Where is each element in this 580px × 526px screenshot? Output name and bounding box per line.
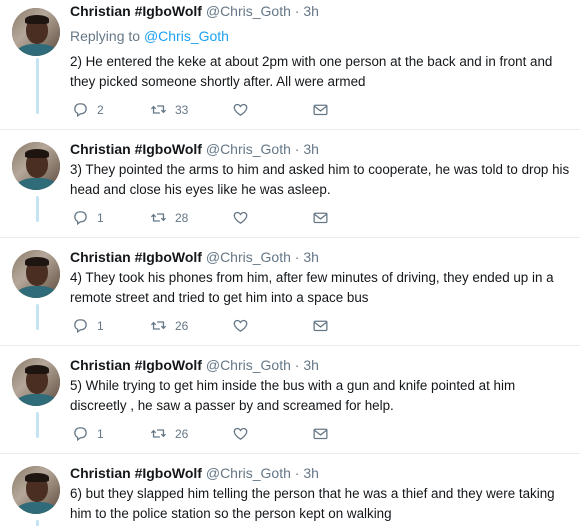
retweet-button[interactable]: 26	[150, 317, 188, 334]
retweet-count: 26	[175, 426, 189, 441]
tweet-text: 5) While trying to get him inside the bu…	[70, 378, 516, 413]
avatar[interactable]	[12, 466, 60, 514]
direct-message-button[interactable]	[312, 209, 329, 226]
heart-icon	[233, 103, 248, 116]
like-button[interactable]	[232, 209, 249, 226]
tweet-3[interactable]: Christian #IgboWolf @Chris_Goth · 3h 4) …	[0, 238, 580, 346]
tweet-actions: 2 33	[72, 101, 352, 121]
reply-button[interactable]: 1	[72, 425, 104, 442]
direct-message-button[interactable]	[312, 317, 329, 334]
tweet-4[interactable]: Christian #IgboWolf @Chris_Goth · 3h 5) …	[0, 346, 580, 454]
heart-icon	[233, 319, 248, 332]
author-name[interactable]: Christian #IgboWolf	[70, 141, 202, 157]
tweet-header: Christian #IgboWolf @Chris_Goth · 3h	[70, 465, 319, 481]
reply-button[interactable]: 2	[72, 101, 104, 118]
avatar[interactable]	[12, 142, 60, 190]
replying-to-link[interactable]: @Chris_Goth	[144, 28, 229, 44]
tweet-text: 3) They pointed the arms to him and aske…	[70, 162, 570, 197]
tweet-2[interactable]: Christian #IgboWolf @Chris_Goth · 3h 3) …	[0, 130, 580, 238]
author-name[interactable]: Christian #IgboWolf	[70, 465, 202, 481]
retweet-button[interactable]: 26	[150, 425, 188, 442]
timestamp[interactable]: 3h	[303, 465, 319, 481]
tweet-text: 2) He entered the keke at about 2pm with…	[70, 54, 553, 89]
reply-count: 1	[97, 318, 104, 333]
reply-icon	[74, 427, 87, 442]
retweet-count: 33	[175, 102, 189, 117]
reply-count: 1	[97, 426, 104, 441]
tweet-1[interactable]: Christian #IgboWolf @Chris_Goth · 3h Rep…	[0, 0, 580, 130]
reply-icon	[74, 211, 87, 226]
heart-icon	[233, 427, 248, 440]
separator-dot: ·	[294, 249, 300, 265]
tweet-text: 6) but they slapped him telling the pers…	[70, 486, 555, 521]
avatar[interactable]	[12, 358, 60, 406]
retweet-count: 26	[175, 318, 189, 333]
like-button[interactable]	[232, 101, 249, 118]
reply-button[interactable]: 1	[72, 317, 104, 334]
retweet-icon	[150, 321, 167, 330]
author-name[interactable]: Christian #IgboWolf	[70, 3, 202, 19]
retweet-icon	[150, 429, 167, 438]
retweet-button[interactable]: 28	[150, 209, 188, 226]
replying-to-label: Replying to	[70, 28, 144, 44]
avatar[interactable]	[12, 250, 60, 298]
like-button[interactable]	[232, 425, 249, 442]
separator-dot: ·	[294, 357, 300, 373]
reply-count: 2	[97, 102, 104, 117]
tweet-actions: 1 26	[72, 425, 352, 445]
author-handle[interactable]: @Chris_Goth	[206, 141, 291, 157]
tweet-header: Christian #IgboWolf @Chris_Goth · 3h	[70, 357, 319, 373]
like-button[interactable]	[232, 317, 249, 334]
replying-to: Replying to @Chris_Goth	[70, 28, 229, 44]
reply-icon	[74, 103, 87, 118]
retweet-icon	[150, 105, 167, 114]
direct-message-button[interactable]	[312, 101, 329, 118]
retweet-button[interactable]: 33	[150, 101, 188, 118]
envelope-icon	[313, 212, 328, 224]
author-handle[interactable]: @Chris_Goth	[206, 465, 291, 481]
retweet-icon	[150, 213, 167, 222]
heart-icon	[233, 211, 248, 224]
tweet-header: Christian #IgboWolf @Chris_Goth · 3h	[70, 3, 319, 19]
reply-count: 1	[97, 210, 104, 225]
author-name[interactable]: Christian #IgboWolf	[70, 357, 202, 373]
tweet-header: Christian #IgboWolf @Chris_Goth · 3h	[70, 249, 319, 265]
reply-icon	[74, 319, 87, 334]
reply-button[interactable]: 1	[72, 209, 104, 226]
retweet-count: 28	[175, 210, 189, 225]
author-handle[interactable]: @Chris_Goth	[206, 249, 291, 265]
timestamp[interactable]: 3h	[303, 3, 319, 19]
author-name[interactable]: Christian #IgboWolf	[70, 249, 202, 265]
separator-dot: ·	[294, 141, 300, 157]
envelope-icon	[313, 104, 328, 116]
direct-message-button[interactable]	[312, 425, 329, 442]
tweet-5[interactable]: Christian #IgboWolf @Chris_Goth · 3h 6) …	[0, 454, 580, 526]
tweet-actions: 1 26	[72, 317, 352, 337]
tweet-header: Christian #IgboWolf @Chris_Goth · 3h	[70, 141, 319, 157]
separator-dot: ·	[294, 465, 300, 481]
avatar[interactable]	[12, 8, 60, 56]
author-handle[interactable]: @Chris_Goth	[206, 3, 291, 19]
timestamp[interactable]: 3h	[303, 249, 319, 265]
timestamp[interactable]: 3h	[303, 357, 319, 373]
author-handle[interactable]: @Chris_Goth	[206, 357, 291, 373]
separator-dot: ·	[294, 3, 300, 19]
envelope-icon	[313, 320, 328, 332]
timestamp[interactable]: 3h	[303, 141, 319, 157]
tweet-actions: 1 28	[72, 209, 352, 229]
envelope-icon	[313, 428, 328, 440]
tweet-text: 4) They took his phones from him, after …	[70, 270, 554, 305]
